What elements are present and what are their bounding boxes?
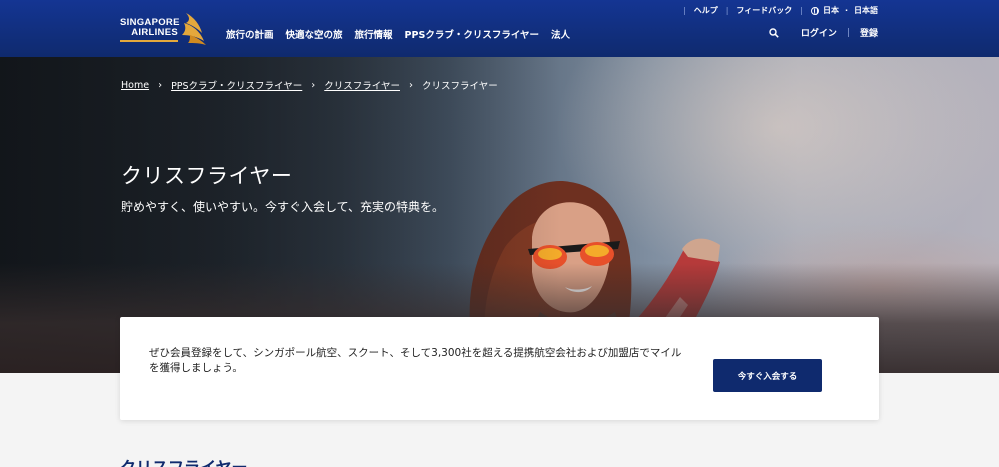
breadcrumb-home[interactable]: Home bbox=[121, 80, 149, 91]
region-selector[interactable]: 日本 bbox=[823, 5, 839, 16]
nav-item-plan-travel[interactable]: 旅行の計画 bbox=[226, 27, 274, 41]
login-link[interactable]: ログイン bbox=[801, 26, 837, 39]
join-promo-card: ぜひ会員登録をして、シンガポール航空、スクート、そして3,300社を超える提携航… bbox=[120, 317, 879, 420]
section-heading-partial: クリスフライヤー bbox=[120, 458, 260, 467]
page-title: クリスフライヤー bbox=[121, 164, 293, 188]
logo-underline bbox=[120, 40, 178, 42]
help-link[interactable]: ヘルプ bbox=[694, 5, 718, 16]
page-subtitle: 貯めやすく、使いやすい。今すぐ入会して、充実の特典を。 bbox=[121, 200, 445, 214]
chevron-right-icon: › bbox=[158, 79, 163, 91]
language-selector[interactable]: 日本語 bbox=[854, 5, 878, 16]
breadcrumb: Home › PPSクラブ・クリスフライヤー › クリスフライヤー › クリスフ… bbox=[121, 78, 498, 93]
chevron-right-icon: › bbox=[311, 79, 316, 91]
register-link[interactable]: 登録 bbox=[860, 26, 878, 39]
utility-nav: | ヘルプ | フィードバック | 日本 · 日本語 bbox=[675, 5, 878, 16]
chevron-right-icon: › bbox=[409, 79, 413, 91]
divider: | bbox=[846, 27, 850, 38]
nav-item-travel-info[interactable]: 旅行情報 bbox=[355, 27, 393, 41]
logo-wordmark: SINGAPORE AIRLINES bbox=[120, 17, 180, 38]
section-title: クリスフライヤー bbox=[120, 458, 260, 467]
account-nav: ログイン | 登録 bbox=[769, 26, 878, 39]
kris-bird-icon bbox=[182, 13, 206, 45]
breadcrumb-pps-krisflyer[interactable]: PPSクラブ・クリスフライヤー bbox=[171, 78, 302, 92]
main-nav: 旅行の計画 快適な空の旅 旅行情報 PPSクラブ・クリスフライヤー 法人 bbox=[226, 27, 582, 41]
singapore-airlines-logo[interactable]: SINGAPORE AIRLINES bbox=[120, 11, 210, 45]
divider: | bbox=[683, 6, 686, 15]
divider: | bbox=[800, 6, 803, 15]
nav-item-travel-experience[interactable]: 快適な空の旅 bbox=[286, 27, 343, 41]
site-header: SINGAPORE AIRLINES 旅行の計画 快適な空の旅 旅行情報 PPS… bbox=[0, 0, 999, 57]
divider: | bbox=[725, 6, 729, 15]
feedback-link[interactable]: フィードバック bbox=[736, 5, 792, 16]
nav-item-corporate[interactable]: 法人 bbox=[551, 27, 570, 41]
nav-item-krisflyer[interactable]: PPSクラブ・クリスフライヤー bbox=[405, 27, 539, 41]
globe-icon bbox=[810, 6, 819, 15]
breadcrumb-krisflyer[interactable]: クリスフライヤー bbox=[324, 78, 400, 92]
dot-separator: · bbox=[844, 6, 848, 15]
promo-text: ぜひ会員登録をして、シンガポール航空、スクート、そして3,300社を超える提携航… bbox=[149, 347, 682, 374]
join-now-button[interactable]: 今すぐ入会する bbox=[713, 359, 822, 392]
search-icon[interactable] bbox=[769, 27, 779, 38]
breadcrumb-current: クリスフライヤー bbox=[422, 81, 498, 92]
